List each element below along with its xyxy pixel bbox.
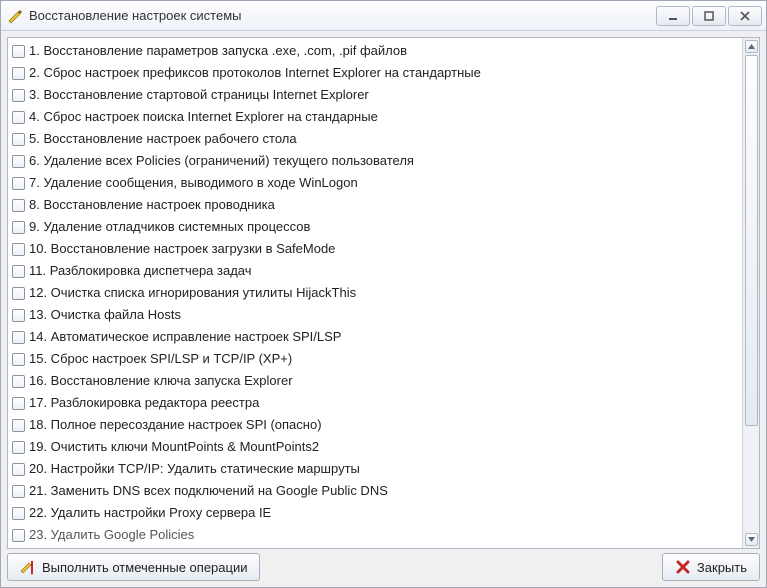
- titlebar[interactable]: Восстановление настроек системы: [1, 1, 766, 31]
- list-item-label: 23. Удалить Google Policies: [29, 525, 194, 545]
- list-item[interactable]: 10. Восстановление настроек загрузки в S…: [10, 238, 742, 260]
- list-item-label: 21. Заменить DNS всех подключений на Goo…: [29, 481, 388, 501]
- list-item-label: 1. Восстановление параметров запуска .ex…: [29, 41, 407, 61]
- app-icon: [7, 8, 23, 24]
- list-viewport[interactable]: 1. Восстановление параметров запуска .ex…: [8, 38, 742, 548]
- checkbox[interactable]: [12, 331, 25, 344]
- list-item-label: 7. Удаление сообщения, выводимого в ходе…: [29, 173, 358, 193]
- body-area: 1. Восстановление параметров запуска .ex…: [1, 31, 766, 587]
- list-item-label: 12. Очистка списка игнорирования утилиты…: [29, 283, 356, 303]
- list-item-label: 2. Сброс настроек префиксов протоколов I…: [29, 63, 481, 83]
- list-item[interactable]: 15. Сброс настроек SPI/LSP и TCP/IP (XP+…: [10, 348, 742, 370]
- checkbox[interactable]: [12, 67, 25, 80]
- list-item[interactable]: 13. Очистка файла Hosts: [10, 304, 742, 326]
- list-item-label: 18. Полное пересоздание настроек SPI (оп…: [29, 415, 322, 435]
- footer: Выполнить отмеченные операции Закрыть: [7, 553, 760, 581]
- checkbox[interactable]: [12, 529, 25, 542]
- list-item[interactable]: 23. Удалить Google Policies: [10, 524, 742, 546]
- list-item[interactable]: 6. Удаление всех Policies (ограничений) …: [10, 150, 742, 172]
- list-item[interactable]: 22. Удалить настройки Proxy сервера IE: [10, 502, 742, 524]
- list-item-label: 13. Очистка файла Hosts: [29, 305, 181, 325]
- list-item-label: 11. Разблокировка диспетчера задач: [29, 261, 252, 281]
- checkbox[interactable]: [12, 287, 25, 300]
- execute-icon: [20, 559, 36, 575]
- list-item-label: 10. Восстановление настроек загрузки в S…: [29, 239, 335, 259]
- checkbox[interactable]: [12, 507, 25, 520]
- window-frame: Восстановление настроек системы 1. Восст…: [0, 0, 767, 588]
- list-item-label: 3. Восстановление стартовой страницы Int…: [29, 85, 369, 105]
- window-title: Восстановление настроек системы: [29, 8, 650, 23]
- list-item[interactable]: 17. Разблокировка редактора реестра: [10, 392, 742, 414]
- list-item[interactable]: 19. Очистить ключи MountPoints & MountPo…: [10, 436, 742, 458]
- checkbox[interactable]: [12, 441, 25, 454]
- list-item[interactable]: 9. Удаление отладчиков системных процесс…: [10, 216, 742, 238]
- options-list: 1. Восстановление параметров запуска .ex…: [7, 37, 760, 549]
- list-item-label: 19. Очистить ключи MountPoints & MountPo…: [29, 437, 319, 457]
- list-item[interactable]: 1. Восстановление параметров запуска .ex…: [10, 40, 742, 62]
- checkbox[interactable]: [12, 485, 25, 498]
- list-item-label: 5. Восстановление настроек рабочего стол…: [29, 129, 297, 149]
- checkbox[interactable]: [12, 155, 25, 168]
- checkbox[interactable]: [12, 199, 25, 212]
- close-dialog-button[interactable]: Закрыть: [662, 553, 760, 581]
- window-controls: [656, 6, 762, 26]
- minimize-button[interactable]: [656, 6, 690, 26]
- checkbox[interactable]: [12, 353, 25, 366]
- maximize-button[interactable]: [692, 6, 726, 26]
- list-item[interactable]: 3. Восстановление стартовой страницы Int…: [10, 84, 742, 106]
- list-item-label: 9. Удаление отладчиков системных процесс…: [29, 217, 310, 237]
- list-item-label: 8. Восстановление настроек проводника: [29, 195, 275, 215]
- list-item[interactable]: 7. Удаление сообщения, выводимого в ходе…: [10, 172, 742, 194]
- checkbox[interactable]: [12, 45, 25, 58]
- list-item[interactable]: 4. Сброс настроек поиска Internet Explor…: [10, 106, 742, 128]
- list-item[interactable]: 20. Настройки TCP/IP: Удалить статически…: [10, 458, 742, 480]
- vertical-scrollbar[interactable]: [742, 38, 759, 548]
- checkbox[interactable]: [12, 397, 25, 410]
- checkbox[interactable]: [12, 375, 25, 388]
- list-item-label: 16. Восстановление ключа запуска Explore…: [29, 371, 293, 391]
- list-item-label: 15. Сброс настроек SPI/LSP и TCP/IP (XP+…: [29, 349, 292, 369]
- checkbox[interactable]: [12, 89, 25, 102]
- list-item-label: 4. Сброс настроек поиска Internet Explor…: [29, 107, 378, 127]
- list-item-label: 6. Удаление всех Policies (ограничений) …: [29, 151, 414, 171]
- list-item[interactable]: 18. Полное пересоздание настроек SPI (оп…: [10, 414, 742, 436]
- checkbox[interactable]: [12, 177, 25, 190]
- list-item-label: 17. Разблокировка редактора реестра: [29, 393, 259, 413]
- checkbox[interactable]: [12, 133, 25, 146]
- checkbox[interactable]: [12, 243, 25, 256]
- footer-spacer: [266, 553, 655, 581]
- list-item-label: 14. Автоматическое исправление настроек …: [29, 327, 341, 347]
- checkbox[interactable]: [12, 265, 25, 278]
- close-icon: [675, 559, 691, 575]
- close-button[interactable]: [728, 6, 762, 26]
- checkbox[interactable]: [12, 419, 25, 432]
- close-button-label: Закрыть: [697, 560, 747, 575]
- scroll-thumb[interactable]: [745, 55, 758, 426]
- list-item[interactable]: 16. Восстановление ключа запуска Explore…: [10, 370, 742, 392]
- list-item[interactable]: 11. Разблокировка диспетчера задач: [10, 260, 742, 282]
- list-item[interactable]: 12. Очистка списка игнорирования утилиты…: [10, 282, 742, 304]
- list-item-label: 20. Настройки TCP/IP: Удалить статически…: [29, 459, 360, 479]
- list-item-label: 22. Удалить настройки Proxy сервера IE: [29, 503, 271, 523]
- checkbox[interactable]: [12, 111, 25, 124]
- list-item[interactable]: 14. Автоматическое исправление настроек …: [10, 326, 742, 348]
- execute-button-label: Выполнить отмеченные операции: [42, 560, 247, 575]
- list-item[interactable]: 8. Восстановление настроек проводника: [10, 194, 742, 216]
- scroll-down-button[interactable]: [745, 533, 758, 546]
- checkbox[interactable]: [12, 221, 25, 234]
- list-item[interactable]: 2. Сброс настроек префиксов протоколов I…: [10, 62, 742, 84]
- checkbox[interactable]: [12, 309, 25, 322]
- scroll-up-button[interactable]: [745, 40, 758, 53]
- execute-button[interactable]: Выполнить отмеченные операции: [7, 553, 260, 581]
- list-item[interactable]: 21. Заменить DNS всех подключений на Goo…: [10, 480, 742, 502]
- checkbox[interactable]: [12, 463, 25, 476]
- list-item[interactable]: 5. Восстановление настроек рабочего стол…: [10, 128, 742, 150]
- scroll-track[interactable]: [745, 55, 758, 531]
